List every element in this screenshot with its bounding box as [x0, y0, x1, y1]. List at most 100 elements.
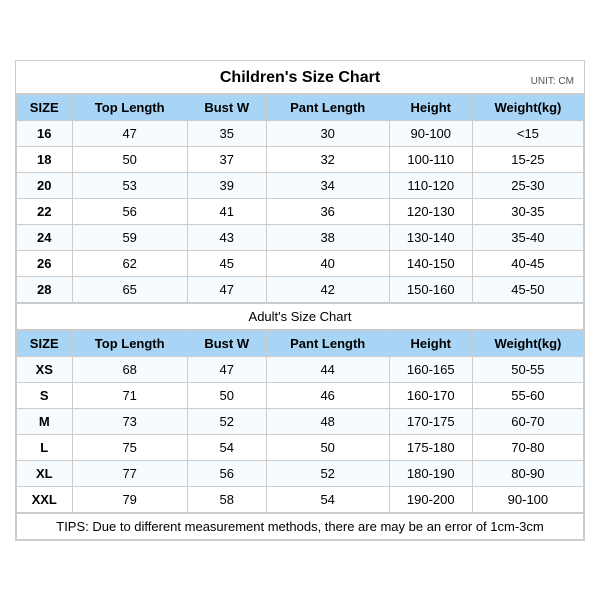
table-row: 18503732100-11015-25: [17, 146, 584, 172]
adult-cell-r4-c5: 80-90: [472, 460, 583, 486]
adult-cell-r5-c0: XXL: [17, 486, 73, 512]
adult-cell-r3-c2: 54: [187, 434, 266, 460]
adult-cell-r1-c1: 71: [72, 382, 187, 408]
children-header-row: SIZE Top Length Bust W Pant Length Heigh…: [17, 94, 584, 120]
adult-cell-r3-c4: 175-180: [389, 434, 472, 460]
adult-cell-r1-c2: 50: [187, 382, 266, 408]
adult-cell-r5-c4: 190-200: [389, 486, 472, 512]
adult-cell-r4-c1: 77: [72, 460, 187, 486]
adult-cell-r0-c0: XS: [17, 356, 73, 382]
children-cell-r2-c5: 25-30: [472, 172, 583, 198]
children-cell-r4-c4: 130-140: [389, 224, 472, 250]
children-cell-r6-c0: 28: [17, 276, 73, 302]
adult-cell-r3-c3: 50: [266, 434, 389, 460]
children-col-bust-w: Bust W: [187, 94, 266, 120]
adult-cell-r2-c0: M: [17, 408, 73, 434]
children-cell-r4-c3: 38: [266, 224, 389, 250]
table-row: M735248170-17560-70: [17, 408, 584, 434]
adult-cell-r4-c0: XL: [17, 460, 73, 486]
children-cell-r5-c3: 40: [266, 250, 389, 276]
children-cell-r1-c4: 100-110: [389, 146, 472, 172]
children-cell-r3-c0: 22: [17, 198, 73, 224]
children-table-body: 1647353090-100<1518503732100-11015-25205…: [17, 120, 584, 302]
children-col-weight: Weight(kg): [472, 94, 583, 120]
adult-table-body: XS684744160-16550-55S715046160-17055-60M…: [17, 356, 584, 512]
table-row: 24594338130-14035-40: [17, 224, 584, 250]
children-col-height: Height: [389, 94, 472, 120]
adult-cell-r3-c0: L: [17, 434, 73, 460]
children-cell-r5-c0: 26: [17, 250, 73, 276]
children-cell-r3-c3: 36: [266, 198, 389, 224]
table-row: 1647353090-100<15: [17, 120, 584, 146]
children-cell-r4-c0: 24: [17, 224, 73, 250]
children-cell-r5-c2: 45: [187, 250, 266, 276]
adult-cell-r0-c1: 68: [72, 356, 187, 382]
table-row: XXL795854190-20090-100: [17, 486, 584, 512]
adult-header-row: SIZE Top Length Bust W Pant Length Heigh…: [17, 330, 584, 356]
adult-cell-r5-c2: 58: [187, 486, 266, 512]
children-table: SIZE Top Length Bust W Pant Length Heigh…: [16, 94, 584, 303]
adult-cell-r0-c2: 47: [187, 356, 266, 382]
adult-chart-title: Adult's Size Chart: [17, 303, 584, 329]
adult-cell-r1-c4: 160-170: [389, 382, 472, 408]
adult-cell-r2-c2: 52: [187, 408, 266, 434]
adult-col-pant-length: Pant Length: [266, 330, 389, 356]
table-row: 26624540140-15040-45: [17, 250, 584, 276]
children-chart-title: Children's Size Chart: [220, 69, 380, 87]
table-row: L755450175-18070-80: [17, 434, 584, 460]
adult-cell-r2-c4: 170-175: [389, 408, 472, 434]
table-row: XL775652180-19080-90: [17, 460, 584, 486]
table-row: XS684744160-16550-55: [17, 356, 584, 382]
children-col-top-length: Top Length: [72, 94, 187, 120]
children-cell-r0-c0: 16: [17, 120, 73, 146]
children-chart-title-row: Children's Size Chart UNIT: CM: [16, 61, 584, 94]
table-row: 22564136120-13030-35: [17, 198, 584, 224]
adult-cell-r4-c3: 52: [266, 460, 389, 486]
adult-cell-r1-c0: S: [17, 382, 73, 408]
children-cell-r6-c4: 150-160: [389, 276, 472, 302]
tips-text: TIPS: Due to different measurement metho…: [17, 513, 584, 539]
size-chart-container: Children's Size Chart UNIT: CM SIZE Top …: [15, 60, 585, 541]
children-cell-r2-c1: 53: [72, 172, 187, 198]
adult-cell-r2-c1: 73: [72, 408, 187, 434]
table-row: S715046160-17055-60: [17, 382, 584, 408]
unit-label: UNIT: CM: [531, 76, 574, 87]
adult-section-title-row: Adult's Size Chart: [17, 303, 584, 329]
children-cell-r5-c5: 40-45: [472, 250, 583, 276]
adult-cell-r5-c1: 79: [72, 486, 187, 512]
adult-col-height: Height: [389, 330, 472, 356]
children-cell-r3-c4: 120-130: [389, 198, 472, 224]
children-cell-r6-c3: 42: [266, 276, 389, 302]
adult-title-table: Adult's Size Chart: [16, 303, 584, 330]
adult-cell-r0-c4: 160-165: [389, 356, 472, 382]
children-cell-r4-c5: 35-40: [472, 224, 583, 250]
tips-row: TIPS: Due to different measurement metho…: [17, 513, 584, 539]
children-cell-r0-c2: 35: [187, 120, 266, 146]
adult-cell-r5-c3: 54: [266, 486, 389, 512]
children-cell-r1-c3: 32: [266, 146, 389, 172]
adult-cell-r2-c3: 48: [266, 408, 389, 434]
adult-col-top-length: Top Length: [72, 330, 187, 356]
children-cell-r6-c1: 65: [72, 276, 187, 302]
table-row: 20533934110-12025-30: [17, 172, 584, 198]
children-cell-r3-c1: 56: [72, 198, 187, 224]
adult-col-size: SIZE: [17, 330, 73, 356]
children-cell-r4-c1: 59: [72, 224, 187, 250]
adult-table: SIZE Top Length Bust W Pant Length Heigh…: [16, 330, 584, 513]
adult-cell-r1-c3: 46: [266, 382, 389, 408]
adult-cell-r0-c3: 44: [266, 356, 389, 382]
children-cell-r2-c2: 39: [187, 172, 266, 198]
children-cell-r1-c1: 50: [72, 146, 187, 172]
adult-cell-r3-c5: 70-80: [472, 434, 583, 460]
adult-col-bust-w: Bust W: [187, 330, 266, 356]
children-cell-r2-c4: 110-120: [389, 172, 472, 198]
children-cell-r2-c3: 34: [266, 172, 389, 198]
tips-table: TIPS: Due to different measurement metho…: [16, 513, 584, 540]
adult-cell-r3-c1: 75: [72, 434, 187, 460]
adult-cell-r0-c5: 50-55: [472, 356, 583, 382]
children-cell-r0-c3: 30: [266, 120, 389, 146]
adult-cell-r4-c4: 180-190: [389, 460, 472, 486]
children-cell-r1-c0: 18: [17, 146, 73, 172]
adult-cell-r1-c5: 55-60: [472, 382, 583, 408]
table-row: 28654742150-16045-50: [17, 276, 584, 302]
